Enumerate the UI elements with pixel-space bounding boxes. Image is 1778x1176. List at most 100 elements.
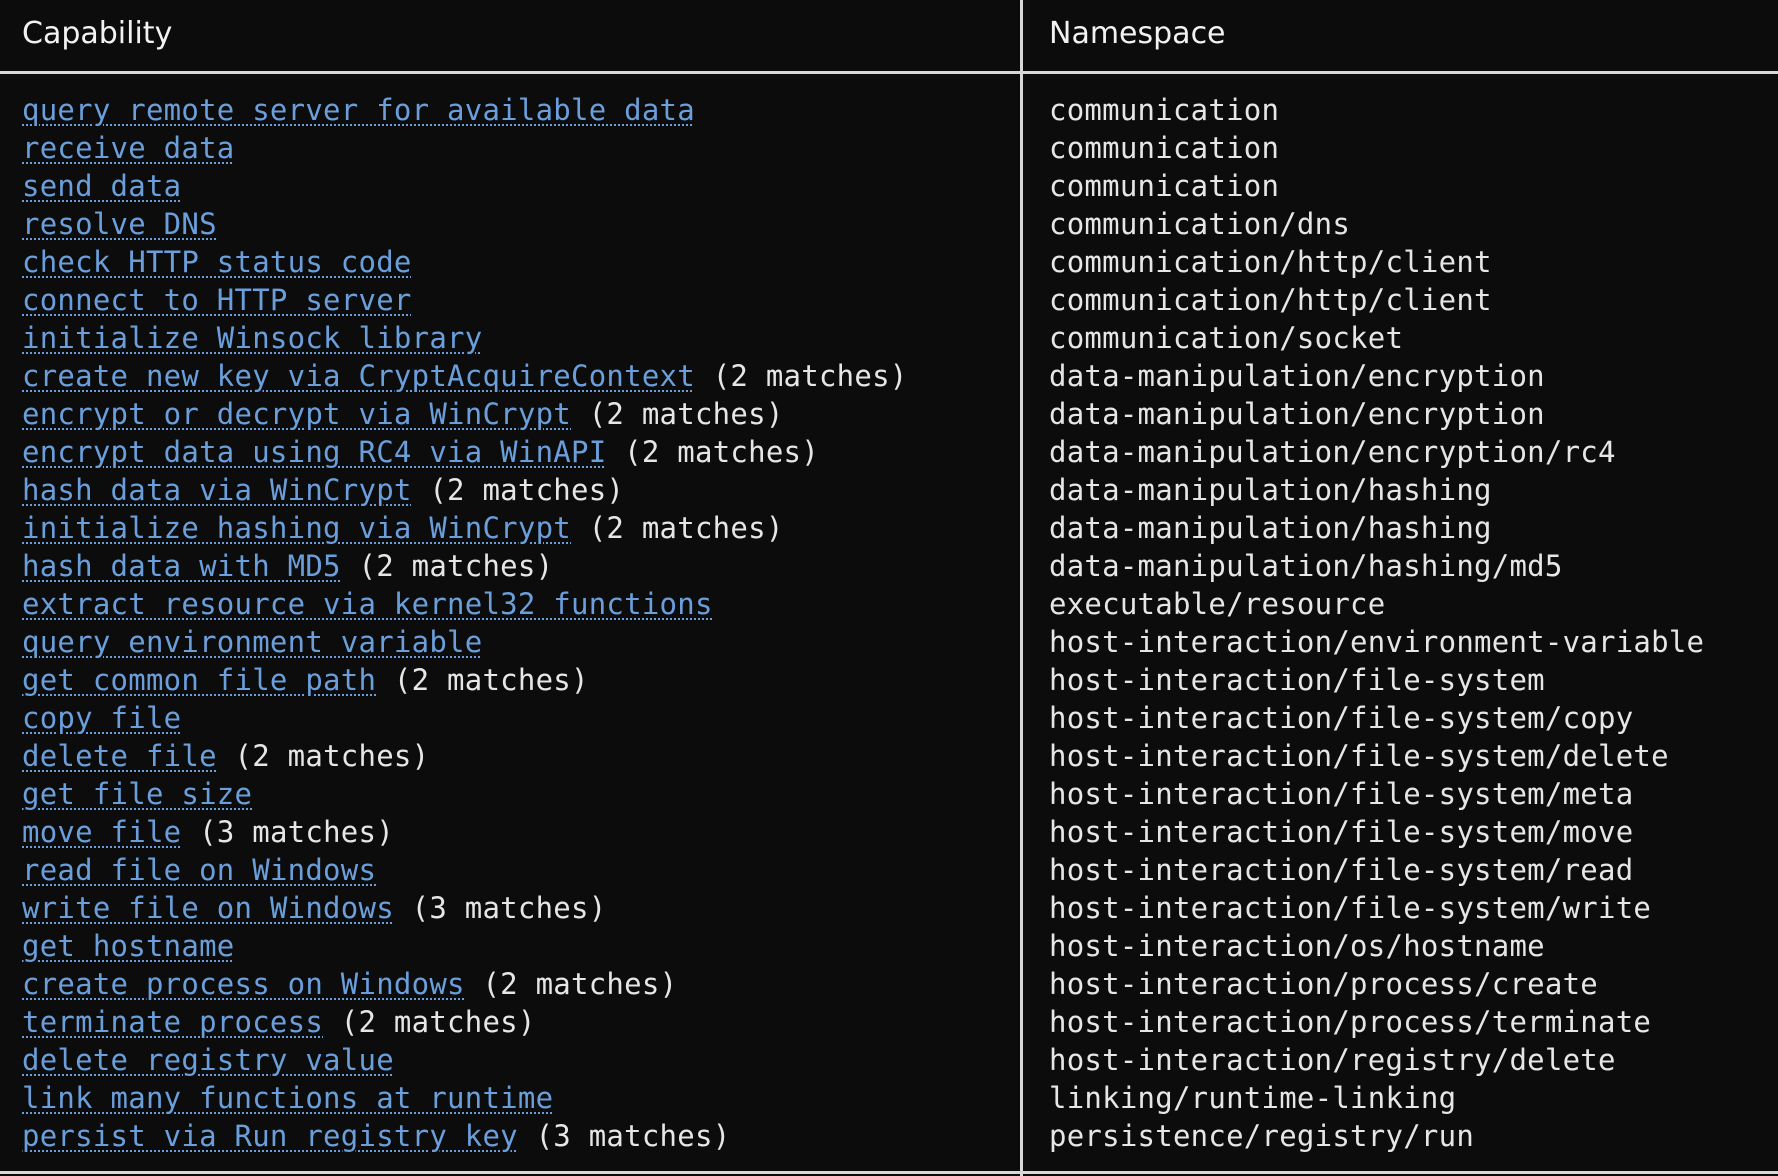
match-count: (3 matches) [199, 815, 394, 849]
table-row: terminate process (2 matches) host-intera… [0, 1003, 1778, 1041]
capability-link[interactable]: hash data via WinCrypt [22, 473, 412, 507]
match-count: (2 matches) [482, 967, 678, 1001]
namespace-cell: communication/dns [1049, 207, 1351, 241]
capability-link[interactable]: query environment variable [22, 625, 482, 659]
capability-cell: initialize hashing via WinCrypt (2 match… [22, 509, 1012, 547]
capability-link[interactable]: get file size [22, 777, 252, 811]
capability-link[interactable]: get hostname [22, 929, 235, 963]
namespace-cell: host-interaction/file-system/write [1049, 891, 1652, 925]
table-row: encrypt or decrypt via WinCrypt (2 match… [0, 395, 1778, 433]
match-count: (2 matches) [588, 511, 784, 545]
capability-cell: write file on Windows (3 matches) [22, 889, 1012, 927]
table-row: receive data communication [0, 129, 1778, 167]
capability-link[interactable]: resolve DNS [22, 207, 217, 241]
capability-cell: create process on Windows (2 matches) [22, 965, 1012, 1003]
table-row: read file on Windows host-interaction/fil… [0, 851, 1778, 889]
capability-cell: extract resource via kernel32 functions [22, 585, 1012, 623]
capability-link[interactable]: query remote server for available data [22, 93, 695, 127]
match-count: (2 matches) [624, 435, 819, 469]
capability-link[interactable]: receive data [22, 131, 235, 165]
namespace-cell: host-interaction/environment-variable [1049, 625, 1705, 659]
capability-cell: delete registry value [22, 1041, 1012, 1079]
table-row: extract resource via kernel32 functions e… [0, 585, 1778, 623]
match-count: (2 matches) [588, 397, 784, 431]
capability-link[interactable]: encrypt or decrypt via WinCrypt [22, 397, 571, 431]
table-row: send data communication [0, 167, 1778, 205]
capability-link[interactable]: copy file [22, 701, 181, 735]
capability-link[interactable]: terminate process [22, 1005, 323, 1039]
namespace-cell: data-manipulation/hashing/md5 [1049, 549, 1563, 583]
table-row: check HTTP status code communication/http… [0, 243, 1778, 281]
capability-link[interactable]: persist via Run registry key [22, 1119, 518, 1153]
namespace-cell: persistence/registry/run [1049, 1119, 1475, 1153]
capability-cell: connect to HTTP server [22, 281, 1012, 319]
namespace-cell: data-manipulation/encryption [1049, 359, 1545, 393]
namespace-cell: linking/runtime-linking [1049, 1081, 1457, 1115]
namespace-cell: communication [1049, 169, 1280, 203]
namespace-cell: data-manipulation/hashing [1049, 511, 1492, 545]
table-row: hash data with MD5 (2 matches) data-manip… [0, 547, 1778, 585]
capability-link[interactable]: delete registry value [22, 1043, 394, 1077]
capability-link[interactable]: send data [22, 169, 181, 203]
namespace-cell: host-interaction/file-system/copy [1049, 701, 1634, 735]
capability-column-header: Capability [22, 16, 173, 51]
table-bottom-rule [0, 1171, 1778, 1174]
namespace-cell: data-manipulation/encryption/rc4 [1049, 435, 1616, 469]
capability-cell: resolve DNS [22, 205, 1012, 243]
capability-link[interactable]: delete file [22, 739, 217, 773]
capability-cell: read file on Windows [22, 851, 1012, 889]
namespace-cell: executable/resource [1049, 587, 1386, 621]
capability-cell: create new key via CryptAcquireContext (… [22, 357, 1012, 395]
capability-link[interactable]: create new key via CryptAcquireContext [22, 359, 695, 393]
capability-link[interactable]: hash data with MD5 [22, 549, 341, 583]
capability-link[interactable]: encrypt data using RC4 via WinAPI [22, 435, 606, 469]
capability-cell: link many functions at runtime [22, 1079, 1012, 1117]
namespace-cell: host-interaction/file-system/read [1049, 853, 1634, 887]
capability-link[interactable]: link many functions at runtime [22, 1081, 553, 1115]
capability-link[interactable]: extract resource via kernel32 functions [22, 587, 713, 621]
table-row: resolve DNS communication/dns [0, 205, 1778, 243]
table-row: get file size host-interaction/file-syste… [0, 775, 1778, 813]
capability-link[interactable]: write file on Windows [22, 891, 394, 925]
table-header: Capability Namespace [0, 0, 1778, 74]
table-row: connect to HTTP server communication/http… [0, 281, 1778, 319]
table-row: initialize Winsock library communication/… [0, 319, 1778, 357]
match-count: (2 matches) [429, 473, 625, 507]
table-row: hash data via WinCrypt (2 matches) data-m… [0, 471, 1778, 509]
match-count: (2 matches) [712, 359, 908, 393]
table-row: create process on Windows (2 matches) hos… [0, 965, 1778, 1003]
capability-link[interactable]: connect to HTTP server [22, 283, 412, 317]
capability-link[interactable]: create process on Windows [22, 967, 465, 1001]
namespace-cell: communication/http/client [1049, 245, 1492, 279]
capability-cell: initialize Winsock library [22, 319, 1012, 357]
capability-link[interactable]: initialize Winsock library [22, 321, 482, 355]
capability-link[interactable]: check HTTP status code [22, 245, 412, 279]
namespace-column-header: Namespace [1049, 16, 1226, 51]
capability-cell: hash data via WinCrypt (2 matches) [22, 471, 1012, 509]
capability-link[interactable]: get common file path [22, 663, 376, 697]
capability-link[interactable]: initialize hashing via WinCrypt [22, 511, 571, 545]
capability-cell: encrypt data using RC4 via WinAPI (2 mat… [22, 433, 1012, 471]
capability-cell: get common file path (2 matches) [22, 661, 1012, 699]
table-row: get hostname host-interaction/os/hostname [0, 927, 1778, 965]
match-count: (2 matches) [393, 663, 589, 697]
capability-cell: check HTTP status code [22, 243, 1012, 281]
namespace-cell: data-manipulation/hashing [1049, 473, 1492, 507]
capability-link[interactable]: read file on Windows [22, 853, 376, 887]
capability-link[interactable]: move file [22, 815, 181, 849]
namespace-cell: host-interaction/registry/delete [1049, 1043, 1616, 1077]
table-row: query environment variable host-interacti… [0, 623, 1778, 661]
namespace-cell: communication/http/client [1049, 283, 1492, 317]
table-row: create new key via CryptAcquireContext (… [0, 357, 1778, 395]
